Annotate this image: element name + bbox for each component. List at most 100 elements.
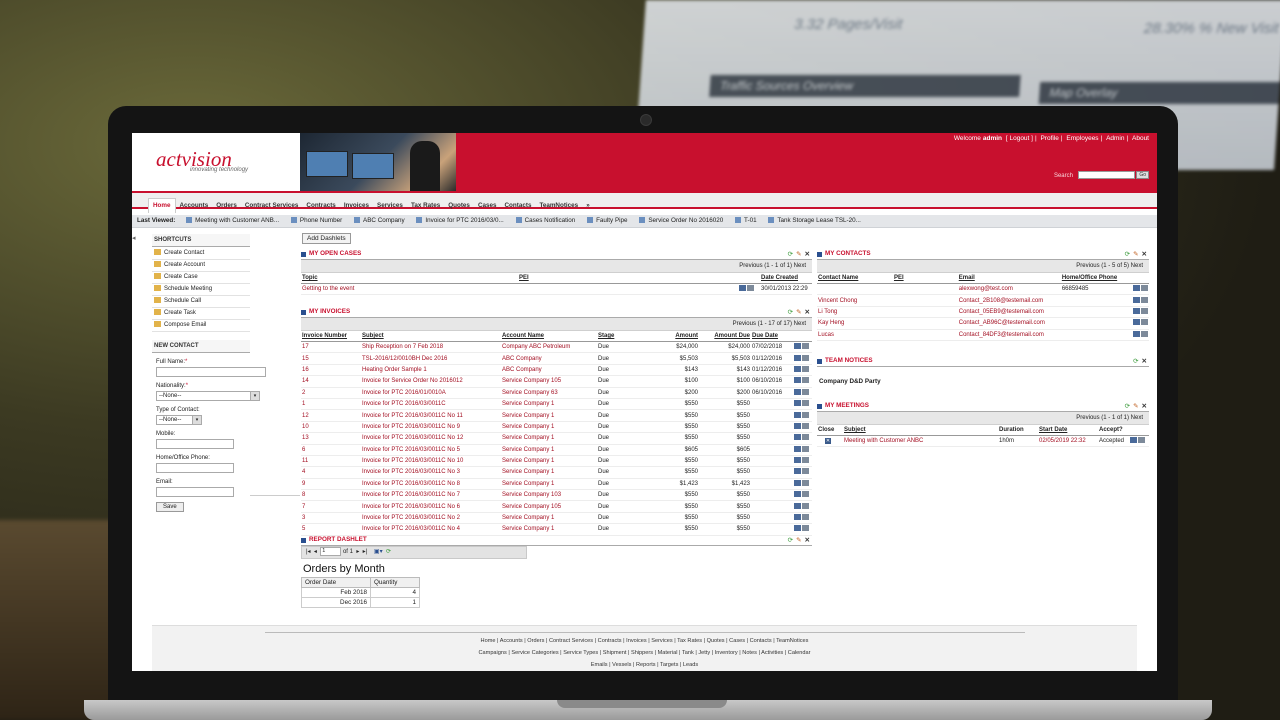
- invoice-subject[interactable]: Heating Order Sample 1: [361, 364, 501, 377]
- edit-icon[interactable]: [794, 479, 801, 486]
- invoice-subject[interactable]: Invoice for PTC 2016/03/0011C No 5: [361, 444, 501, 456]
- invoice-number[interactable]: 13: [301, 432, 361, 445]
- edit-icon[interactable]: ✎: [796, 251, 801, 258]
- column-header[interactable]: Subject: [843, 425, 998, 436]
- tab-home[interactable]: Home: [148, 198, 176, 213]
- column-header[interactable]: PEI: [892, 273, 958, 284]
- invoice-subject[interactable]: Invoice for PTC 2016/03/0011C No 10: [361, 455, 501, 468]
- last-viewed-item[interactable]: Meeting with Customer ANB...: [181, 215, 284, 227]
- view-icon[interactable]: [802, 388, 809, 395]
- next-page-icon[interactable]: ▸: [356, 549, 359, 555]
- edit-icon[interactable]: [794, 502, 801, 509]
- contact-name[interactable]: [817, 283, 893, 296]
- shortcut-create-task[interactable]: Create Task: [152, 308, 250, 320]
- view-icon[interactable]: [802, 411, 809, 418]
- add-dashlets-button[interactable]: Add Dashlets: [302, 233, 351, 244]
- tab-more[interactable]: »: [582, 199, 594, 213]
- home-phone-field[interactable]: [156, 463, 234, 473]
- edit-icon[interactable]: [794, 445, 801, 452]
- edit-icon[interactable]: ✎: [1133, 251, 1138, 258]
- table-row[interactable]: 15 TSL-2016/12/0010BH Dec 2016 ABC Company…: [301, 352, 812, 365]
- view-icon[interactable]: [747, 285, 754, 292]
- edit-icon[interactable]: [1133, 330, 1140, 337]
- account-name[interactable]: Service Company 1: [501, 523, 597, 536]
- refresh-icon[interactable]: ⟳: [1125, 251, 1130, 258]
- table-row[interactable]: 4 Invoice for PTC 2016/03/0011C No 3 Servi…: [301, 466, 812, 479]
- table-row[interactable]: 12 Invoice for PTC 2016/03/0011C No 11 Ser…: [301, 409, 812, 422]
- invoice-number[interactable]: 8: [301, 489, 361, 502]
- pager[interactable]: Previous (1 - 5 of 5) Next: [817, 260, 1149, 273]
- account-name[interactable]: Service Company 1: [501, 455, 597, 468]
- contact-email[interactable]: Contact_AB96C@testemail.com: [957, 317, 1061, 330]
- view-icon[interactable]: [1138, 437, 1146, 444]
- edit-icon[interactable]: [794, 354, 801, 361]
- last-viewed-item[interactable]: Cases Notification: [511, 215, 581, 227]
- close-icon[interactable]: ✕: [805, 251, 810, 258]
- contact-email[interactable]: Contact_84DF3@testemail.com: [957, 329, 1061, 341]
- view-icon[interactable]: [1141, 307, 1148, 314]
- last-viewed-item[interactable]: Invoice for PTC 2016/03/0...: [411, 215, 508, 227]
- refresh-icon[interactable]: ⟳: [788, 251, 793, 258]
- column-header[interactable]: Amount: [657, 331, 699, 342]
- view-icon[interactable]: [802, 377, 809, 384]
- last-viewed-item[interactable]: Faulty Pipe: [582, 215, 633, 227]
- edit-icon[interactable]: [794, 400, 801, 407]
- table-row[interactable]: 11 Invoice for PTC 2016/03/0011C No 10 Ser…: [301, 455, 812, 468]
- table-row[interactable]: 6 Invoice for PTC 2016/03/0011C No 5 Servi…: [301, 444, 812, 456]
- invoice-subject[interactable]: Invoice for Service Order No 2016012: [361, 375, 501, 388]
- footer-links[interactable]: Home | Accounts | Orders | Contract Serv…: [152, 636, 1137, 647]
- table-row[interactable]: 10 Invoice for PTC 2016/03/0011C No 9 Serv…: [301, 421, 812, 434]
- account-name[interactable]: Service Company 1: [501, 466, 597, 479]
- account-name[interactable]: Service Company 105: [501, 375, 597, 388]
- invoice-number[interactable]: 10: [301, 421, 361, 434]
- column-header[interactable]: Invoice Number: [301, 331, 361, 342]
- invoice-subject[interactable]: Invoice for PTC 2016/03/0011C No 7: [361, 489, 501, 502]
- view-icon[interactable]: [802, 525, 809, 532]
- email-field[interactable]: [156, 487, 234, 497]
- save-button[interactable]: Save: [156, 502, 184, 512]
- view-icon[interactable]: [802, 422, 809, 429]
- close-icon[interactable]: ✕: [1142, 403, 1147, 410]
- invoice-number[interactable]: 15: [301, 352, 361, 365]
- footer-links[interactable]: Emails | Vessels | Reports | Targets | L…: [152, 660, 1137, 671]
- invoice-subject[interactable]: Invoice for PTC 2016/03/0011C No 12: [361, 432, 501, 445]
- shortcut-create-contact[interactable]: Create Contact: [152, 248, 250, 260]
- tab-services[interactable]: Services: [373, 199, 407, 213]
- refresh-icon[interactable]: ⟳: [788, 309, 793, 316]
- page-number-input[interactable]: 1: [320, 547, 342, 556]
- column-header[interactable]: Stage: [597, 331, 657, 342]
- table-row[interactable]: Getting to the event 30/01/2013 22:29: [301, 283, 812, 296]
- shortcut-create-case[interactable]: Create Case: [152, 272, 250, 284]
- tab-orders[interactable]: Orders: [212, 199, 241, 213]
- tab-teamnotices[interactable]: TeamNotices: [535, 199, 582, 213]
- table-row[interactable]: 2 Invoice for PTC 2016/01/0010A Service Co…: [301, 387, 812, 399]
- view-icon[interactable]: [802, 457, 809, 464]
- nationality-select[interactable]: --None-- ▾: [156, 391, 260, 401]
- invoice-number[interactable]: 4: [301, 466, 361, 479]
- invoice-subject[interactable]: Invoice for PTC 2016/01/0010A: [361, 387, 501, 399]
- shortcut-schedule-call[interactable]: Schedule Call: [152, 296, 250, 308]
- account-name[interactable]: Service Company 1: [501, 512, 597, 525]
- table-row[interactable]: Li Tong Contact_05EB9@testemail.com: [817, 306, 1149, 319]
- meeting-subject[interactable]: Meeting with Customer ANBC: [843, 435, 998, 448]
- invoice-subject[interactable]: Invoice for PTC 2016/03/0011C: [361, 398, 501, 411]
- table-row[interactable]: alexwong@test.com 66859485: [817, 283, 1149, 296]
- collapse-sidebar-icon[interactable]: ◂: [132, 234, 136, 242]
- table-row[interactable]: 16 Heating Order Sample 1 ABC Company Due $1…: [301, 364, 812, 377]
- contact-email[interactable]: Contact_05EB9@testemail.com: [957, 306, 1061, 319]
- table-row[interactable]: 9 Invoice for PTC 2016/03/0011C No 8 Servi…: [301, 478, 812, 491]
- table-row[interactable]: Lucas Contact_84DF3@testemail.com: [817, 329, 1149, 341]
- table-row[interactable]: 17 Ship Reception on 7 Feb 2018 Company AB…: [301, 341, 812, 354]
- account-name[interactable]: Service Company 1: [501, 478, 597, 491]
- column-header[interactable]: Subject: [361, 331, 501, 342]
- admin-link[interactable]: Admin: [1106, 135, 1124, 142]
- shortcut-compose-email[interactable]: Compose Email: [152, 320, 250, 332]
- tab-contract-services[interactable]: Contract Services: [241, 199, 303, 213]
- column-header[interactable]: Topic: [301, 273, 518, 284]
- table-row[interactable]: 8 Invoice for PTC 2016/03/0011C No 7 Servi…: [301, 489, 812, 502]
- invoice-subject[interactable]: Invoice for PTC 2016/03/0011C No 3: [361, 466, 501, 479]
- account-name[interactable]: Service Company 1: [501, 432, 597, 445]
- view-icon[interactable]: [802, 365, 809, 372]
- invoice-number[interactable]: 3: [301, 512, 361, 525]
- refresh-icon[interactable]: ⟳: [1125, 403, 1130, 410]
